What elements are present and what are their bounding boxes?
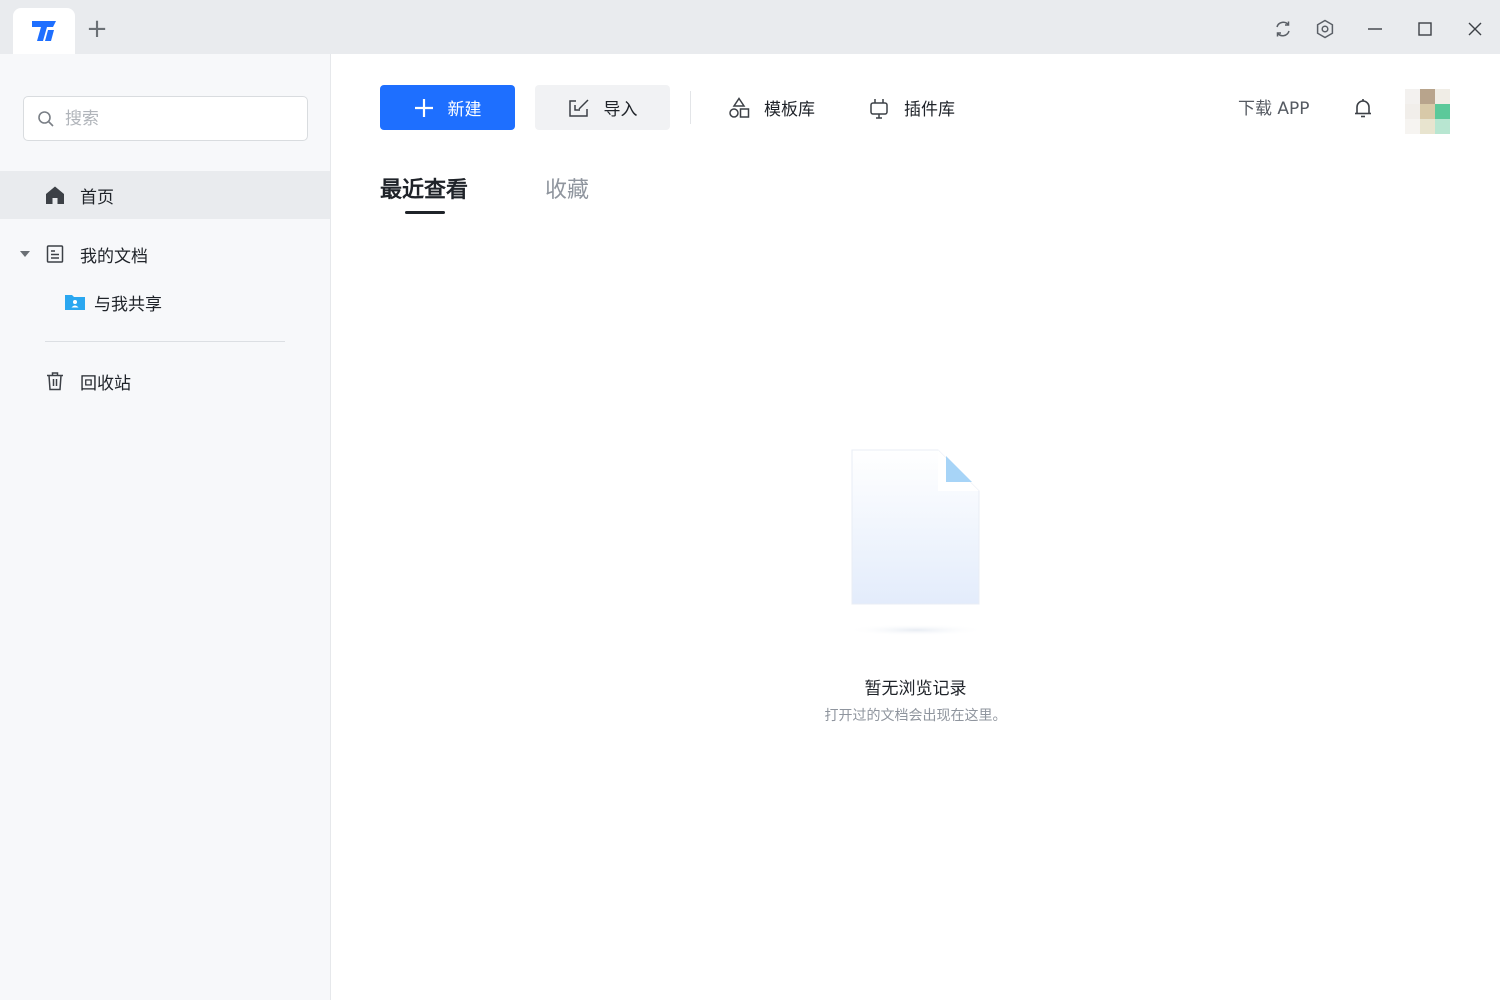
maximize-button[interactable]: [1411, 15, 1439, 43]
trash-icon: [47, 372, 63, 391]
tab-favorites[interactable]: 收藏: [545, 172, 589, 204]
new-tab-button[interactable]: +: [84, 16, 110, 42]
title-bar: +: [0, 0, 1500, 54]
sidebar-divider: [45, 341, 285, 342]
empty-document-illustration: [846, 449, 986, 636]
maximize-icon: [1418, 22, 1432, 36]
sidebar-item-label: 首页: [80, 187, 114, 208]
app-tab[interactable]: [13, 8, 75, 54]
toolbar-separator: [690, 91, 691, 124]
main-content: 新建 导入 模板库 插件库 下载 APP 最近查看 收藏 暂无浏览记录 打开过的…: [331, 54, 1500, 1000]
template-library-label: 模板库: [764, 100, 815, 120]
import-icon: [568, 98, 589, 117]
search-input[interactable]: [65, 108, 285, 129]
plus-icon: [414, 98, 433, 117]
template-library-link[interactable]: 模板库: [728, 85, 815, 130]
bell-icon: [1355, 99, 1371, 118]
template-library-icon: [729, 96, 750, 118]
minimize-icon: [1368, 28, 1382, 30]
shared-folder-icon: [65, 295, 85, 310]
notifications-button[interactable]: [1348, 93, 1378, 123]
new-button-label: 新建: [447, 100, 482, 120]
caret-down-icon[interactable]: [19, 248, 31, 260]
new-button[interactable]: 新建: [380, 85, 515, 130]
sidebar-item-shared-with-me[interactable]: 与我共享: [0, 278, 330, 326]
sidebar-item-label: 我的文档: [80, 246, 148, 267]
search-box[interactable]: [23, 96, 308, 141]
sidebar-item-label: 回收站: [80, 373, 131, 394]
home-icon: [46, 186, 64, 204]
sidebar: 首页 我的文档 与我共享 回收站: [0, 54, 331, 1000]
sidebar-item-my-documents[interactable]: 我的文档: [0, 230, 330, 278]
empty-state-title: 暂无浏览记录: [864, 679, 967, 699]
search-icon: [38, 110, 54, 127]
plugin-library-icon: [870, 98, 888, 119]
sidebar-item-trash[interactable]: 回收站: [0, 357, 330, 405]
document-icon: [46, 245, 64, 263]
download-app-link[interactable]: 下载 APP: [1238, 94, 1310, 119]
import-button[interactable]: 导入: [535, 85, 670, 130]
sidebar-item-label: 与我共享: [94, 294, 162, 315]
settings-button[interactable]: [1311, 15, 1339, 43]
plus-icon: +: [86, 14, 108, 44]
plugin-library-link[interactable]: 插件库: [868, 85, 955, 130]
sidebar-item-home[interactable]: 首页: [0, 171, 330, 219]
minimize-button[interactable]: [1361, 15, 1389, 43]
empty-state-subtitle: 打开过的文档会出现在这里。: [824, 708, 1007, 724]
active-tab-indicator: [405, 211, 445, 214]
app-logo-icon: [32, 21, 56, 41]
close-window-button[interactable]: [1461, 15, 1489, 43]
plugin-library-label: 插件库: [904, 100, 955, 120]
avatar[interactable]: [1405, 89, 1450, 134]
tab-recent[interactable]: 最近查看: [380, 172, 468, 204]
refresh-button[interactable]: [1269, 15, 1297, 43]
refresh-icon: [1276, 21, 1290, 37]
import-button-label: 导入: [603, 100, 638, 120]
close-icon: [1468, 22, 1482, 36]
settings-icon: [1316, 19, 1334, 39]
